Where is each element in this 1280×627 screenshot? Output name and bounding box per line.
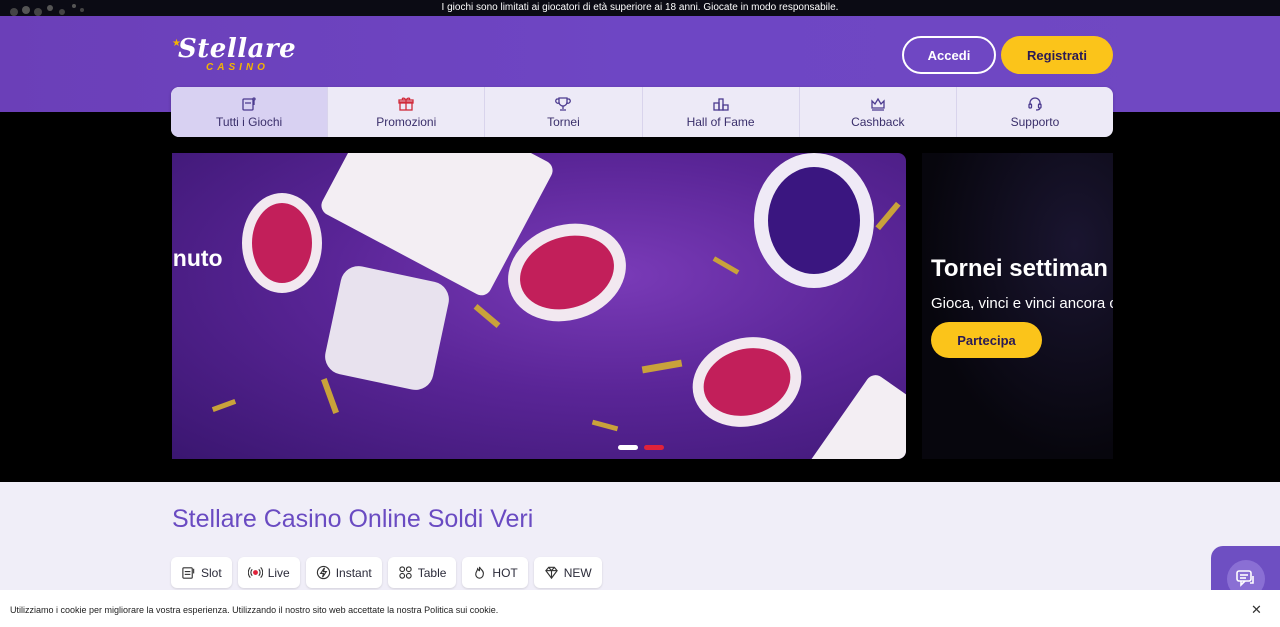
headset-icon	[1028, 96, 1042, 111]
login-button[interactable]: Accedi	[902, 36, 996, 74]
confetti	[211, 399, 237, 412]
casino-chip	[754, 153, 874, 288]
tournaments-banner-slide[interactable]: Tornei settiman Gioca, vinci e vinci anc…	[922, 153, 1113, 459]
dice	[321, 262, 453, 394]
category-new-button[interactable]: NEW	[533, 557, 602, 588]
category-label: Table	[417, 565, 447, 580]
age-notice-text: I giochi sono limitati ai giocatori di e…	[441, 2, 839, 13]
cookie-banner: Utilizziamo i cookie per migliorare la v…	[0, 590, 1280, 627]
nav-item-support[interactable]: Supporto	[957, 87, 1113, 137]
category-label: Instant	[335, 565, 372, 580]
category-live-button[interactable]: Live	[237, 557, 300, 588]
category-label: Live	[267, 565, 290, 580]
playing-card-club	[792, 371, 906, 459]
participate-button[interactable]: Partecipa	[931, 322, 1042, 358]
casino-chip	[682, 325, 812, 439]
nav-item-all-games[interactable]: Tutti i Giochi	[171, 87, 329, 137]
confetti	[712, 256, 740, 275]
cookie-text: Utilizziamo i cookie per migliorare la v…	[10, 605, 499, 615]
casino-chip	[242, 193, 322, 293]
category-hot-button[interactable]: HOT	[462, 557, 528, 588]
decorative-dots-icon	[10, 4, 84, 16]
logo-wordmark: Stellare	[178, 34, 297, 64]
carousel-pager	[618, 445, 664, 450]
main-nav: Tutti i Giochi Promozioni Tornei Hall of…	[171, 87, 1113, 137]
logo-subtitle: CASINO	[206, 62, 269, 73]
nav-label: Cashback	[851, 114, 905, 129]
trophy-icon	[555, 96, 572, 111]
lightning-icon	[316, 565, 330, 580]
category-table-button[interactable]: Table	[387, 557, 457, 588]
tournaments-banner-subtitle: Gioca, vinci e vinci ancora c	[931, 295, 1113, 312]
confetti	[591, 419, 619, 432]
confetti	[473, 304, 501, 328]
table-chips-icon	[399, 566, 412, 579]
close-icon[interactable]: ✕	[1251, 602, 1262, 618]
category-slot-button[interactable]: Slot	[171, 557, 232, 588]
nav-item-tournaments[interactable]: Tornei	[485, 87, 643, 137]
nav-label: Tutti i Giochi	[215, 114, 283, 129]
age-notice-bar: I giochi sono limitati ai giocatori di e…	[0, 0, 1280, 16]
nav-item-promotions[interactable]: Promozioni	[328, 87, 486, 137]
nav-label: Promozioni	[376, 114, 437, 129]
pager-dot[interactable]	[618, 445, 638, 450]
confetti	[641, 359, 683, 374]
register-button[interactable]: Registrati	[1001, 36, 1113, 74]
nav-item-hall-of-fame[interactable]: Hall of Fame	[643, 87, 800, 137]
crown-icon	[871, 97, 885, 111]
nav-label: Tornei	[547, 114, 580, 129]
hero-banner-slide[interactable]: enuto	[172, 153, 906, 459]
nav-label: Supporto	[1010, 114, 1060, 129]
nav-label: Hall of Fame	[686, 114, 755, 129]
confetti	[875, 201, 901, 231]
podium-icon	[712, 97, 729, 111]
slot-machine-icon	[242, 96, 256, 111]
slot-icon	[182, 567, 195, 579]
pager-dot-active[interactable]	[644, 445, 664, 450]
category-instant-button[interactable]: Instant	[305, 557, 382, 588]
category-label: HOT	[492, 565, 518, 580]
confetti	[321, 378, 339, 414]
nav-item-cashback[interactable]: Cashback	[800, 87, 957, 137]
chat-icon	[1235, 570, 1254, 587]
gift-icon	[398, 96, 414, 111]
page-title: Stellare Casino Online Soldi Veri	[172, 505, 534, 533]
diamond-icon	[544, 566, 558, 580]
category-label: Slot	[201, 565, 222, 580]
stellare-logo[interactable]: ★ Stellare CASINO	[172, 34, 312, 76]
flame-icon	[475, 566, 485, 579]
tournaments-banner-title: Tornei settiman	[931, 255, 1108, 282]
category-label: NEW	[563, 565, 592, 580]
category-filter-row: Slot Live Instant Table HOT NEW	[171, 557, 602, 588]
live-icon	[247, 566, 263, 579]
banner-headline: enuto	[172, 245, 223, 271]
